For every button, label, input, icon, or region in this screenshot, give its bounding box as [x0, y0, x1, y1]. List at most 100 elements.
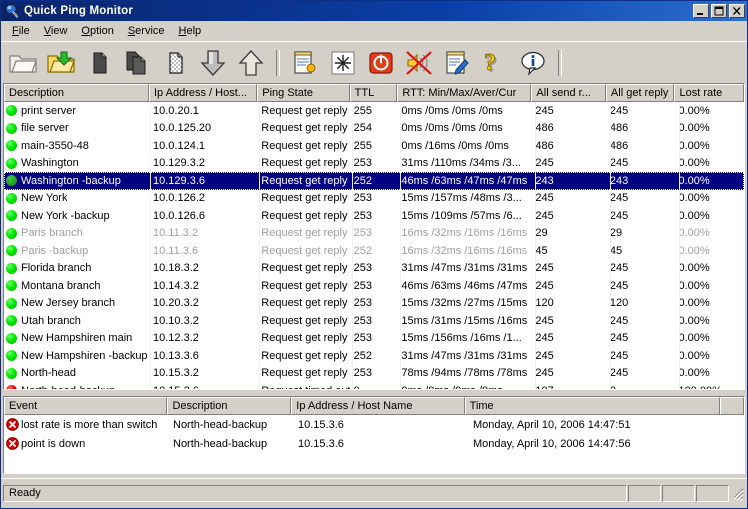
cell-send: 245: [531, 105, 606, 117]
menubar: File View Option Service Help: [1, 21, 747, 41]
resize-grip[interactable]: [731, 485, 745, 502]
about-icon[interactable]: [517, 47, 549, 79]
cell-ttl: 255: [350, 140, 398, 152]
status-pane-2: [662, 485, 695, 502]
new-file-icon[interactable]: [83, 47, 115, 79]
cell-get: 29: [606, 227, 675, 239]
status-pane-3: [696, 485, 729, 502]
table-row[interactable]: file server10.0.125.20Request get reply2…: [4, 120, 744, 138]
cell-rtt: 0ms /0ms /0ms /0ms: [397, 105, 531, 117]
cell-get: 0: [606, 385, 675, 390]
event-list[interactable]: EventDescriptionIp Address / Host NameTi…: [3, 396, 745, 474]
column-header-description[interactable]: Description: [4, 84, 149, 102]
table-row[interactable]: New Hampshiren main10.12.3.2Request get …: [4, 330, 744, 348]
status-up-icon: [6, 140, 17, 151]
table-row[interactable]: print server10.0.20.1Request get reply25…: [4, 102, 744, 120]
column-header-get[interactable]: All get reply: [606, 84, 675, 102]
description-text: Paris -backup: [21, 245, 88, 257]
event-column-header-event[interactable]: Event: [4, 397, 167, 415]
cell-send: 245: [531, 332, 606, 344]
cell-rtt: 46ms /63ms /47ms /47ms: [397, 175, 531, 187]
column-header-ip[interactable]: Ip Address / Host...: [149, 84, 257, 102]
open-folder-icon[interactable]: [7, 47, 39, 79]
cell-lost: 0.00%: [674, 140, 744, 152]
cell-ttl: 253: [350, 210, 398, 222]
cell-send: 245: [531, 350, 606, 362]
column-header-state[interactable]: Ping State: [257, 84, 349, 102]
table-row[interactable]: New Hampshiren -backup10.13.3.6Request g…: [4, 347, 744, 365]
cell-description: print server: [4, 105, 149, 117]
edit-list-icon[interactable]: [289, 47, 321, 79]
event-column-header-ip[interactable]: Ip Address / Host Name: [291, 397, 464, 415]
minimize-button[interactable]: [693, 4, 709, 18]
description-text: file server: [21, 122, 69, 134]
event-column-header-description[interactable]: Description: [167, 397, 291, 415]
close-button[interactable]: [729, 4, 745, 18]
cell-state: Request get reply: [257, 262, 349, 274]
cell-state: Request get reply: [257, 227, 349, 239]
import-folder-icon[interactable]: [45, 47, 77, 79]
cell-send: 245: [531, 280, 606, 292]
mute-sound-icon[interactable]: [403, 47, 435, 79]
delete-file-icon[interactable]: [159, 47, 191, 79]
table-row[interactable]: Florida branch10.18.3.2Request get reply…: [4, 260, 744, 278]
cell-ip: 10.0.126.6: [149, 210, 257, 222]
column-header-lost[interactable]: Lost rate: [674, 84, 744, 102]
cell-get: 245: [606, 157, 675, 169]
cell-state: Request get reply: [257, 157, 349, 169]
cell-state: Request get reply: [257, 367, 349, 379]
cell-rtt: 15ms /31ms /15ms /16ms: [397, 315, 531, 327]
menu-label-file: ile: [19, 25, 30, 37]
cell-ip: 10.18.3.2: [149, 262, 257, 274]
menu-item-view[interactable]: View: [37, 23, 75, 39]
table-row[interactable]: New York -backup10.0.126.6Request get re…: [4, 207, 744, 225]
maximize-button[interactable]: [711, 4, 727, 18]
cell-send: 45: [531, 245, 606, 257]
column-header-send[interactable]: All send r...: [531, 84, 606, 102]
cell-lost: 0.00%: [674, 297, 744, 309]
cell-description: file server: [4, 122, 149, 134]
table-row[interactable]: Paris -backup10.11.3.6Request get reply2…: [4, 242, 744, 260]
menu-item-option[interactable]: Option: [74, 23, 120, 39]
menu-item-service[interactable]: Service: [121, 23, 172, 39]
column-header-ttl[interactable]: TTL: [350, 84, 398, 102]
event-column-header-time[interactable]: Time: [465, 397, 721, 415]
table-row[interactable]: Paris branch10.11.3.2Request get reply25…: [4, 225, 744, 243]
copy-icon[interactable]: [121, 47, 153, 79]
table-row[interactable]: New Jersey branch10.20.3.2Request get re…: [4, 295, 744, 313]
error-icon: [6, 437, 19, 450]
table-row[interactable]: main-3550-4810.0.124.1Request get reply2…: [4, 137, 744, 155]
column-header-rtt[interactable]: RTT: Min/Max/Aver/Cur: [397, 84, 531, 102]
cell-lost: 0.00%: [674, 262, 744, 274]
monitor-list[interactable]: DescriptionIp Address / Host...Ping Stat…: [3, 83, 745, 390]
cell-rtt: 15ms /32ms /27ms /15ms: [397, 297, 531, 309]
table-row[interactable]: Montana branch10.14.3.2Request get reply…: [4, 277, 744, 295]
event-row[interactable]: point is downNorth-head-backup10.15.3.6M…: [4, 434, 744, 453]
snowflake-icon[interactable]: [327, 47, 359, 79]
event-row[interactable]: lost rate is more than switchNorth-head-…: [4, 415, 744, 434]
cell-rtt: 15ms /109ms /57ms /6...: [397, 210, 531, 222]
cell-get: 243: [606, 175, 675, 187]
cell-rtt: 31ms /110ms /34ms /3...: [397, 157, 531, 169]
download-arrow-icon[interactable]: [197, 47, 229, 79]
menu-item-file[interactable]: File: [5, 23, 37, 39]
table-row[interactable]: Washington10.129.3.2Request get reply253…: [4, 155, 744, 173]
table-row[interactable]: Washington -backup10.129.3.6Request get …: [4, 172, 744, 190]
titlebar[interactable]: Quick Ping Monitor: [1, 1, 747, 21]
menu-item-help[interactable]: Help: [172, 23, 209, 39]
table-row[interactable]: North-head10.15.3.2Request get reply2537…: [4, 365, 744, 383]
description-text: main-3550-48: [21, 140, 89, 152]
status-up-icon: [6, 158, 17, 169]
cell-description: North-head: [4, 367, 149, 379]
cell-ip: 10.0.20.1: [149, 105, 257, 117]
stop-power-icon[interactable]: [365, 47, 397, 79]
table-row[interactable]: New York10.0.126.2Request get reply25315…: [4, 190, 744, 208]
table-row[interactable]: Utah branch10.10.3.2Request get reply253…: [4, 312, 744, 330]
upload-arrow-icon[interactable]: [235, 47, 267, 79]
table-row[interactable]: North-head-backup10.15.3.6Request timed …: [4, 382, 744, 390]
menu-label-option: ption: [90, 25, 114, 37]
cell-state: Request get reply: [257, 105, 349, 117]
notes-icon[interactable]: [441, 47, 473, 79]
help-icon[interactable]: ? ?: [479, 47, 511, 79]
description-text: Washington: [21, 157, 79, 169]
